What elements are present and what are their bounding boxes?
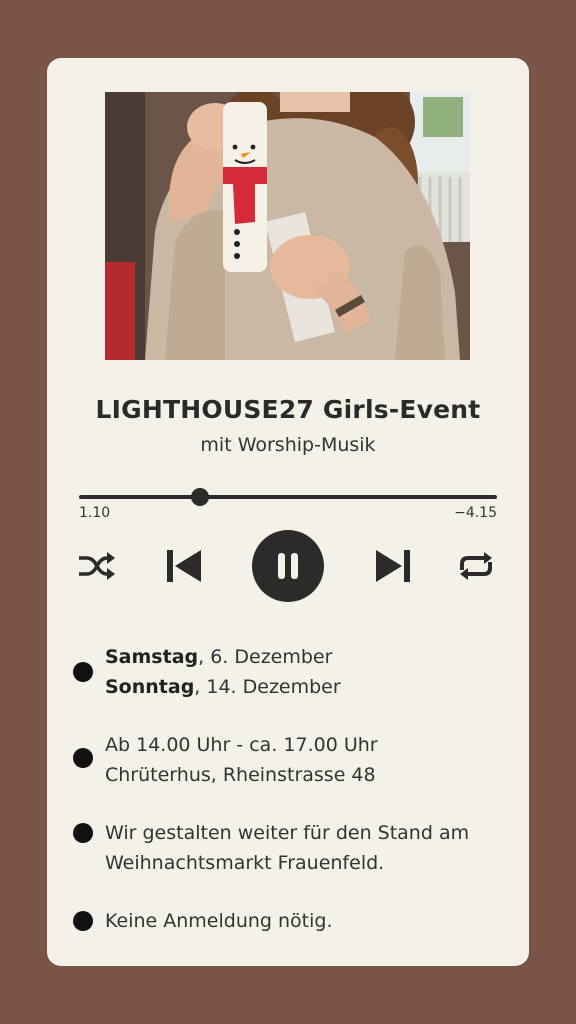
activity-line-2: Weihnachtsmarkt Frauenfeld. (105, 852, 385, 874)
repeat-button[interactable] (453, 530, 499, 602)
playback-controls (47, 530, 529, 602)
snowman-candle-photo (105, 92, 470, 360)
pause-button[interactable] (252, 530, 324, 602)
info-row-activity: Wir gestalten weiter für den Stand am We… (73, 818, 519, 878)
info-activity: Wir gestalten weiter für den Stand am We… (73, 818, 519, 878)
repeat-icon (460, 552, 492, 580)
skip-forward-icon (376, 550, 410, 582)
shuffle-button[interactable] (77, 530, 117, 602)
bullet (73, 748, 93, 768)
previous-button[interactable] (163, 530, 205, 602)
info-row-dates: Samstag, 6. Dezember Sonntag, 14. Dezemb… (73, 642, 519, 702)
location-text: Chrüterhus, Rheinstrasse 48 (105, 764, 376, 786)
event-subtitle: mit Worship-Musik (200, 434, 376, 456)
event-title: LIGHTHOUSE27 Girls-Event (95, 395, 481, 424)
date-day-2: Sonntag (105, 676, 195, 698)
shuffle-icon (79, 552, 115, 580)
skip-back-icon (167, 550, 201, 582)
bullet (73, 662, 93, 682)
pause-button-circle[interactable] (252, 530, 324, 602)
date-rest-2: , 14. Dezember (194, 676, 341, 698)
info-time-location: Ab 14.00 Uhr - ca. 17.00 Uhr Chrüterhus,… (73, 730, 519, 790)
bullet (73, 911, 93, 931)
activity-line-1: Wir gestalten weiter für den Stand am (105, 822, 470, 844)
bullet (73, 823, 93, 843)
date-rest-1: , 6. Dezember (198, 646, 333, 668)
time-elapsed: 1.10 (79, 505, 111, 521)
info-row-time: Ab 14.00 Uhr - ca. 17.00 Uhr Chrüterhus,… (73, 730, 519, 790)
info-row-registration: Keine Anmeldung nötig. (73, 906, 519, 936)
registration-text: Keine Anmeldung nötig. (105, 910, 333, 932)
date-line-1: Samstag, 6. Dezember (105, 642, 519, 672)
time-text: Ab 14.00 Uhr - ca. 17.00 Uhr (105, 734, 378, 756)
next-button[interactable] (372, 530, 414, 602)
progress-bar[interactable] (79, 488, 497, 506)
date-line-2: Sonntag, 14. Dezember (105, 672, 519, 702)
info-registration: Keine Anmeldung nötig. (73, 906, 519, 936)
player-card: LIGHTHOUSE27 Girls-Event mit Worship-Mus… (47, 58, 529, 966)
event-photo (105, 92, 470, 360)
time-remaining: −4.15 (454, 505, 497, 521)
pause-icon (278, 553, 298, 579)
date-day-1: Samstag (105, 646, 199, 668)
info-dates: Samstag, 6. Dezember Sonntag, 14. Dezemb… (73, 642, 519, 702)
progress-knob[interactable] (191, 488, 210, 506)
